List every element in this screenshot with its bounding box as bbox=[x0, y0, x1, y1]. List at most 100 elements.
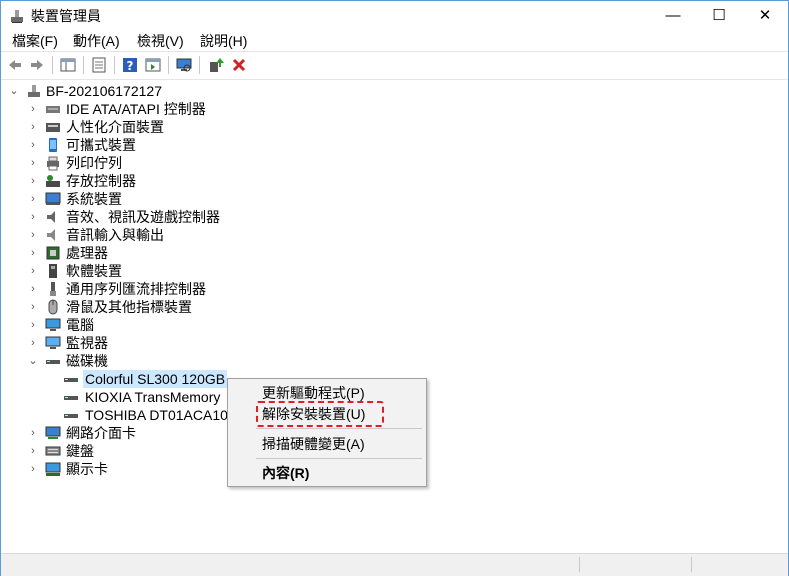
tree-category[interactable]: › 鍵盤 bbox=[27, 442, 247, 460]
mouse-icon bbox=[45, 299, 61, 315]
expand-chevron-icon[interactable]: › bbox=[27, 316, 39, 334]
minimize-button[interactable]: — bbox=[650, 1, 696, 29]
tree-category[interactable]: › 系統裝置 bbox=[27, 190, 247, 208]
menu-scan-hardware[interactable]: 掃描硬體變更(A) bbox=[262, 434, 365, 454]
close-button[interactable]: ✕ bbox=[742, 1, 788, 29]
window-title: 裝置管理員 bbox=[31, 8, 101, 24]
expand-chevron-icon[interactable]: › bbox=[27, 280, 39, 298]
expand-chevron-icon[interactable]: › bbox=[27, 118, 39, 136]
status-bar bbox=[1, 553, 788, 576]
computer-node-icon bbox=[26, 83, 42, 99]
uninstall-device-icon[interactable] bbox=[231, 57, 247, 73]
tree-category[interactable]: › 通用序列匯流排控制器 bbox=[27, 280, 247, 298]
tree-category[interactable]: › 人性化介面裝置 bbox=[27, 118, 247, 136]
processor-icon bbox=[45, 245, 61, 261]
tree-item-label: 音訊輸入與輸出 bbox=[66, 227, 164, 243]
properties-icon[interactable] bbox=[91, 57, 107, 73]
collapse-chevron-icon[interactable]: ⌄ bbox=[27, 352, 39, 370]
maximize-button[interactable]: ☐ bbox=[696, 1, 742, 29]
tree-category[interactable]: › IDE ATA/ATAPI 控制器 bbox=[27, 100, 247, 118]
back-icon[interactable] bbox=[7, 57, 23, 73]
menu-action[interactable]: 動作(A) bbox=[73, 31, 120, 51]
menu-properties[interactable]: 內容(R) bbox=[262, 463, 309, 483]
toolbar-separator bbox=[168, 56, 169, 74]
tree-category[interactable]: › 網路介面卡 bbox=[27, 424, 247, 442]
tree-item-label: 可攜式裝置 bbox=[66, 137, 136, 153]
disk-drive-icon bbox=[63, 407, 79, 423]
disk-item-label: Colorful SL300 120GB bbox=[85, 371, 226, 387]
action-pane-icon[interactable] bbox=[145, 57, 161, 73]
tree-root-label: BF-202106172127 bbox=[46, 83, 162, 99]
update-driver-icon[interactable] bbox=[208, 57, 224, 73]
help-icon[interactable]: ? bbox=[122, 57, 138, 73]
expand-chevron-icon[interactable]: › bbox=[27, 244, 39, 262]
expand-chevron-icon[interactable]: › bbox=[27, 262, 39, 280]
tree-item-label: 音效、視訊及遊戲控制器 bbox=[66, 209, 220, 225]
tree-category[interactable]: › 音效、視訊及遊戲控制器 bbox=[27, 208, 247, 226]
expand-chevron-icon[interactable]: › bbox=[27, 136, 39, 154]
expand-chevron-icon[interactable]: › bbox=[27, 190, 39, 208]
menu-uninstall-device[interactable]: 解除安裝裝置(U) bbox=[262, 404, 365, 424]
tree-category[interactable]: › 監視器 bbox=[27, 334, 247, 352]
tree-item-label: IDE ATA/ATAPI 控制器 bbox=[66, 101, 206, 117]
device-manager-icon bbox=[9, 8, 25, 24]
audio-io-icon bbox=[45, 227, 61, 243]
tree-category[interactable]: › 可攜式裝置 bbox=[27, 136, 247, 154]
expand-chevron-icon[interactable]: › bbox=[27, 172, 39, 190]
toolbar-separator bbox=[114, 56, 115, 74]
expand-chevron-icon[interactable]: › bbox=[27, 100, 39, 118]
tree-item-label: 顯示卡 bbox=[66, 461, 108, 477]
tree-category[interactable]: › 軟體裝置 bbox=[27, 262, 247, 280]
expand-chevron-icon[interactable]: › bbox=[27, 154, 39, 172]
tree-category[interactable]: › 處理器 bbox=[27, 244, 247, 262]
expand-chevron-icon[interactable]: › bbox=[27, 442, 39, 460]
tree-category[interactable]: › 音訊輸入與輸出 bbox=[27, 226, 247, 244]
disk-drive-icon bbox=[63, 389, 79, 405]
tree-root[interactable]: ⌄ BF-202106172127 bbox=[8, 82, 308, 100]
forward-icon[interactable] bbox=[29, 57, 45, 73]
tree-item-label: 電腦 bbox=[66, 317, 94, 333]
usb-icon bbox=[45, 281, 61, 297]
title-bar[interactable]: 裝置管理員 — ☐ ✕ bbox=[1, 1, 788, 29]
expand-chevron-icon[interactable]: › bbox=[27, 460, 39, 478]
tree-item-label: 鍵盤 bbox=[66, 443, 94, 459]
keyboard-icon bbox=[45, 443, 61, 459]
disk-item-colorful[interactable]: Colorful SL300 120GB bbox=[63, 370, 233, 388]
collapse-chevron-icon[interactable]: ⌄ bbox=[8, 82, 20, 100]
menu-bar: 檔案(F) 動作(A) 檢視(V) 說明(H) bbox=[1, 29, 788, 49]
menu-view[interactable]: 檢視(V) bbox=[137, 31, 184, 51]
tree-category[interactable]: › 顯示卡 bbox=[27, 460, 247, 478]
disk-item-toshiba[interactable]: TOSHIBA DT01ACA10 bbox=[63, 406, 233, 424]
tree-category[interactable]: › 列印佇列 bbox=[27, 154, 247, 172]
menu-help[interactable]: 說明(H) bbox=[200, 31, 247, 51]
expand-chevron-icon[interactable]: › bbox=[27, 424, 39, 442]
tree-category[interactable]: › 滑鼠及其他指標裝置 bbox=[27, 298, 247, 316]
menu-file[interactable]: 檔案(F) bbox=[12, 31, 58, 51]
menu-update-driver[interactable]: 更新驅動程式(P) bbox=[262, 383, 365, 403]
portable-device-icon bbox=[45, 137, 61, 153]
computer-icon bbox=[45, 317, 61, 333]
show-hide-console-tree-icon[interactable] bbox=[60, 57, 76, 73]
expand-chevron-icon[interactable]: › bbox=[27, 208, 39, 226]
tree-item-label: 監視器 bbox=[66, 335, 108, 351]
system-device-icon bbox=[45, 191, 61, 207]
tree-item-disk-drives[interactable]: ⌄ 磁碟機 bbox=[27, 352, 227, 370]
tree-item-label: 存放控制器 bbox=[66, 173, 136, 189]
display-adapter-icon bbox=[45, 461, 61, 477]
tree-category[interactable]: › 存放控制器 bbox=[27, 172, 247, 190]
svg-text:?: ? bbox=[127, 59, 134, 73]
expand-chevron-icon[interactable]: › bbox=[27, 298, 39, 316]
expand-chevron-icon[interactable]: › bbox=[27, 334, 39, 352]
tree-item-label: 通用序列匯流排控制器 bbox=[66, 281, 206, 297]
scan-hardware-icon[interactable] bbox=[176, 57, 192, 73]
expand-chevron-icon[interactable]: › bbox=[27, 226, 39, 244]
software-device-icon bbox=[45, 263, 61, 279]
storage-controller-icon bbox=[45, 173, 61, 189]
tree-category[interactable]: › 電腦 bbox=[27, 316, 247, 334]
disk-item-kioxia[interactable]: KIOXIA TransMemory bbox=[63, 388, 233, 406]
toolbar-separator bbox=[52, 56, 53, 74]
disk-item-label: TOSHIBA DT01ACA10 bbox=[85, 407, 228, 423]
disk-drive-icon bbox=[45, 353, 61, 369]
speaker-icon bbox=[45, 209, 61, 225]
menu-separator bbox=[256, 458, 422, 459]
